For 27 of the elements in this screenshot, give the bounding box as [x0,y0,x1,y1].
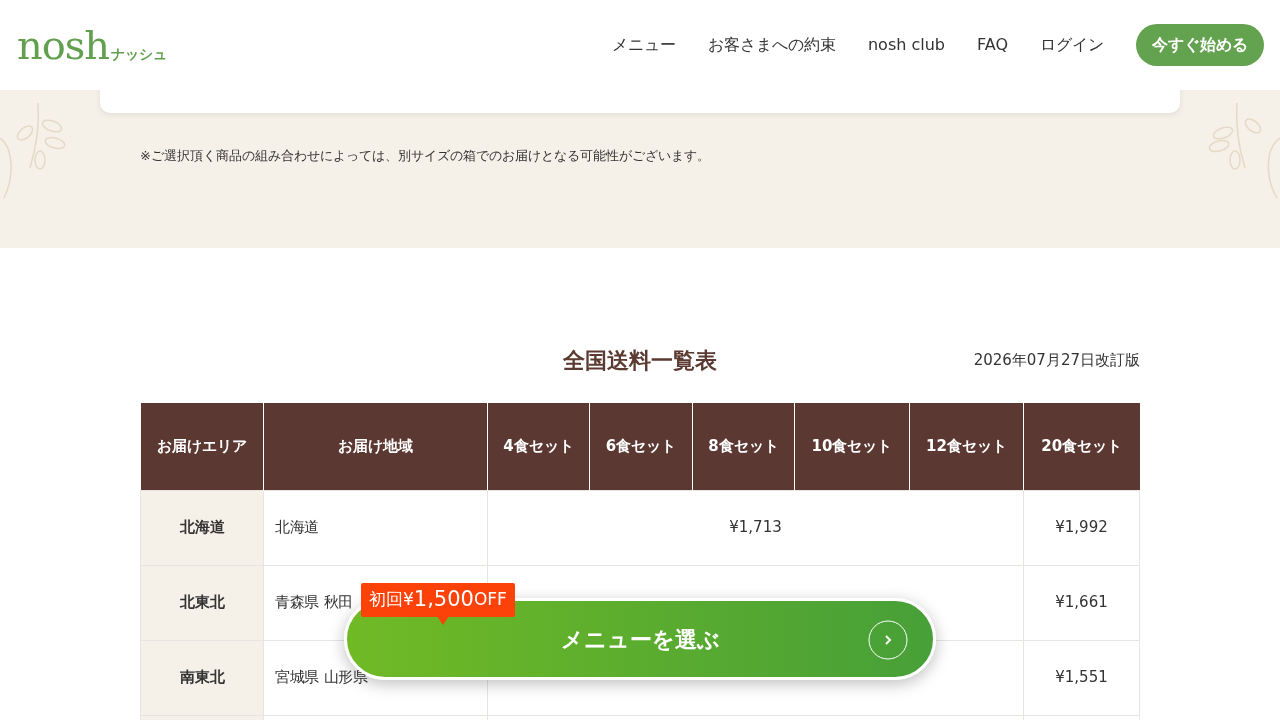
badge-pointer-icon [437,616,449,626]
column-header: 12食セット [909,403,1024,490]
column-header: お届けエリア [140,403,264,490]
notice-text: ※ご選択頂く商品の組み合わせによっては、別サイズの箱でのお届けとなる可能性がございます。 [140,147,710,165]
nav-link[interactable]: お客さまへの約束 [707,33,836,57]
chevron-right-icon [868,620,908,660]
column-header: 20食セット [1023,403,1140,490]
nav-link[interactable]: nosh club [867,33,945,57]
area-cell: 南東北 [140,640,264,715]
price-cell: ¥1,992 [1023,490,1140,565]
nav-link[interactable]: メニュー [611,33,676,57]
area-cell: 北海道 [140,490,264,565]
area-cell: 北東北 [140,565,264,640]
column-header: 8食セット [692,403,795,490]
nav-link[interactable]: FAQ [977,33,1008,57]
column-header: 10食セット [794,403,910,490]
column-header: 4食セット [487,403,590,490]
price-cell: ¥1,713 [487,490,1024,565]
table-title: 全国送料一覧表 [563,347,717,375]
region-cell: 北海道 [263,490,488,565]
revision-date: 2026年07月27日改訂版 [973,350,1140,372]
price-cell: ¥1,551 [1023,640,1140,715]
column-header: 6食セット [589,403,693,490]
discount-badge: 初回¥1,500OFF [361,583,515,617]
column-header: お届け地域 [263,403,488,490]
price-cell: ¥1,661 [1023,565,1140,640]
nav-link[interactable]: ログイン [1040,33,1104,57]
